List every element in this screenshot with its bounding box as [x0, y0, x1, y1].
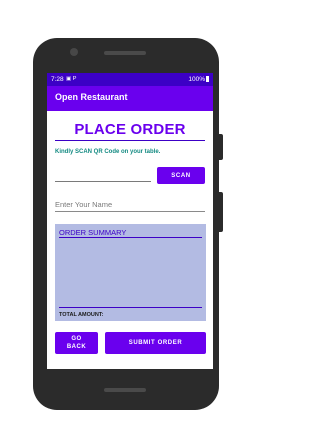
go-back-button[interactable]: GO BACK: [55, 332, 98, 354]
battery-status: 100%: [188, 73, 209, 86]
summary-divider-top: [59, 237, 202, 238]
order-summary-title: ORDER SUMMARY: [59, 228, 127, 237]
earpiece-speaker: [104, 51, 146, 55]
page-title: PLACE ORDER: [74, 121, 186, 138]
name-input[interactable]: [55, 197, 205, 212]
submit-order-button[interactable]: SUBMIT ORDER: [105, 332, 206, 354]
summary-divider-bottom: [59, 307, 202, 308]
front-camera: [70, 48, 78, 56]
volume-button: [219, 134, 223, 160]
order-summary-panel: ORDER SUMMARY TOTAL AMOUNT:: [55, 224, 206, 321]
total-amount-label: TOTAL AMOUNT:: [59, 312, 104, 318]
scan-button[interactable]: SCAN: [157, 167, 205, 184]
qr-code-field[interactable]: [55, 181, 151, 182]
app-bar: Open Restaurant: [47, 86, 213, 111]
battery-icon: [206, 76, 209, 82]
bottom-speaker: [104, 388, 146, 392]
status-time: 7:28: [51, 76, 64, 83]
status-bar: 7:28 ▣ P 100%: [47, 73, 213, 86]
power-button: [219, 192, 223, 232]
scan-instruction: Kindly SCAN QR Code on your table.: [55, 149, 161, 155]
notification-icons: ▣ P: [66, 76, 77, 82]
app-title: Open Restaurant: [55, 92, 128, 102]
battery-percent: 100%: [188, 76, 205, 83]
title-divider: [55, 140, 205, 141]
app-screen: 7:28 ▣ P 100% Open Restaurant PLACE ORDE…: [47, 73, 213, 369]
